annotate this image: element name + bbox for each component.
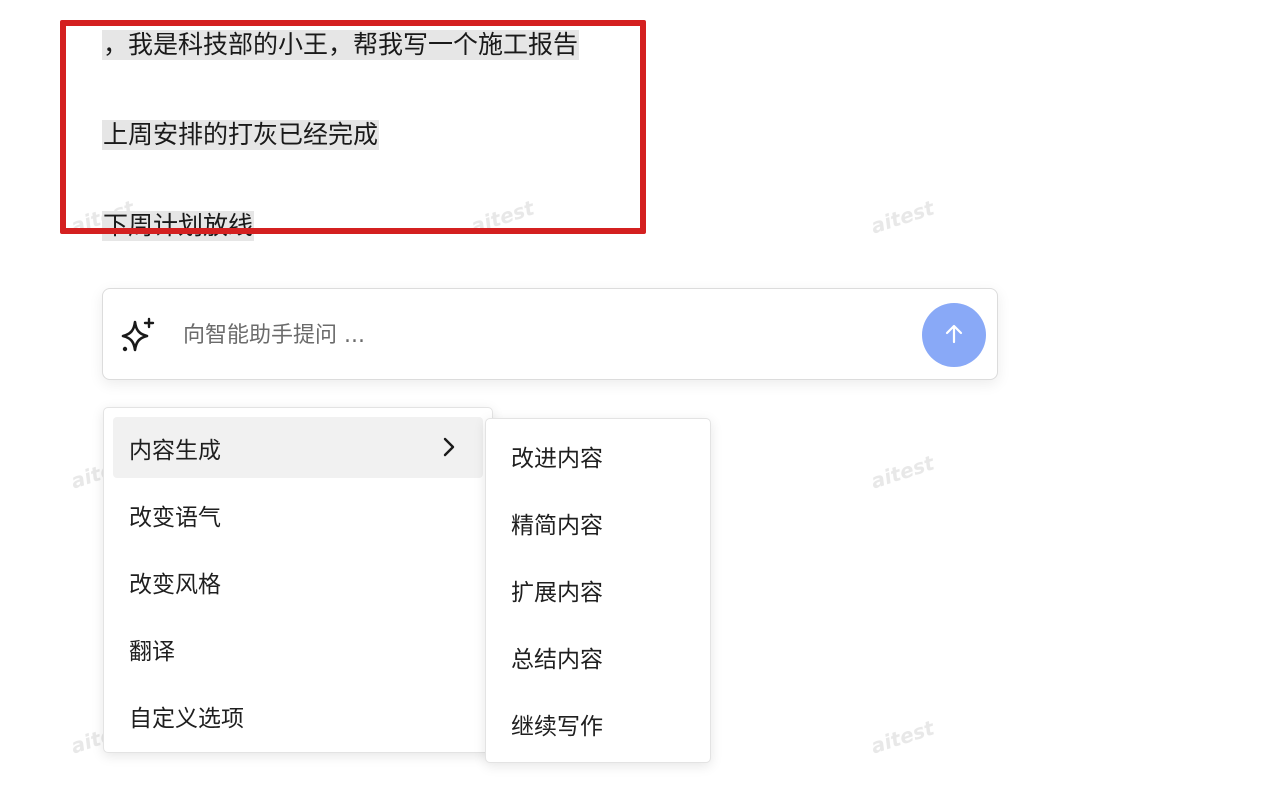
menu-item-label: 扩展内容 [511, 579, 603, 606]
submenu-item-condense[interactable]: 精简内容 [486, 492, 710, 553]
menu-item-label: 改变风格 [129, 571, 221, 598]
content-generation-submenu: 改进内容 精简内容 扩展内容 总结内容 继续写作 [485, 418, 711, 763]
menu-item-custom-options[interactable]: 自定义选项 [113, 685, 483, 746]
watermark: aitest [467, 195, 538, 239]
menu-item-change-style[interactable]: 改变风格 [113, 551, 483, 612]
menu-item-label: 改进内容 [511, 445, 603, 472]
menu-item-label: 总结内容 [511, 646, 603, 673]
watermark: aitest [867, 195, 938, 239]
send-button[interactable] [922, 303, 986, 367]
menu-item-label: 改变语气 [129, 504, 221, 531]
document-line-selected[interactable]: 下周计划放线 [102, 211, 255, 241]
submenu-item-improve[interactable]: 改进内容 [486, 425, 710, 486]
menu-item-label: 内容生成 [129, 437, 221, 464]
ai-actions-menu: 内容生成 改变语气 改变风格 翻译 自定义选项 [103, 407, 493, 753]
submenu-item-continue-writing[interactable]: 继续写作 [486, 693, 710, 754]
submenu-item-expand[interactable]: 扩展内容 [486, 559, 710, 620]
menu-item-translate[interactable]: 翻译 [113, 618, 483, 679]
menu-item-label: 翻译 [129, 638, 175, 665]
ai-assistant-bar [102, 288, 998, 380]
menu-item-change-tone[interactable]: 改变语气 [113, 484, 483, 545]
ai-prompt-input[interactable] [183, 317, 903, 353]
editor-page: aitest aitest aitest aitest aitest aites… [0, 0, 1284, 808]
menu-item-label: 精简内容 [511, 512, 603, 539]
document-line-selected[interactable]: 上周安排的打灰已经完成 [102, 120, 380, 150]
watermark: aitest [867, 450, 938, 494]
submenu-item-summarize[interactable]: 总结内容 [486, 626, 710, 687]
menu-item-label: 自定义选项 [129, 705, 244, 732]
sparkle-icon [119, 316, 159, 356]
menu-item-label: 继续写作 [511, 713, 603, 740]
menu-item-content-generation[interactable]: 内容生成 [113, 417, 483, 478]
document-line-selected[interactable]: ，我是科技部的小王，帮我写一个施工报告 [102, 30, 580, 60]
arrow-up-icon [943, 323, 965, 348]
chevron-right-icon [437, 435, 461, 459]
watermark: aitest [867, 715, 938, 759]
